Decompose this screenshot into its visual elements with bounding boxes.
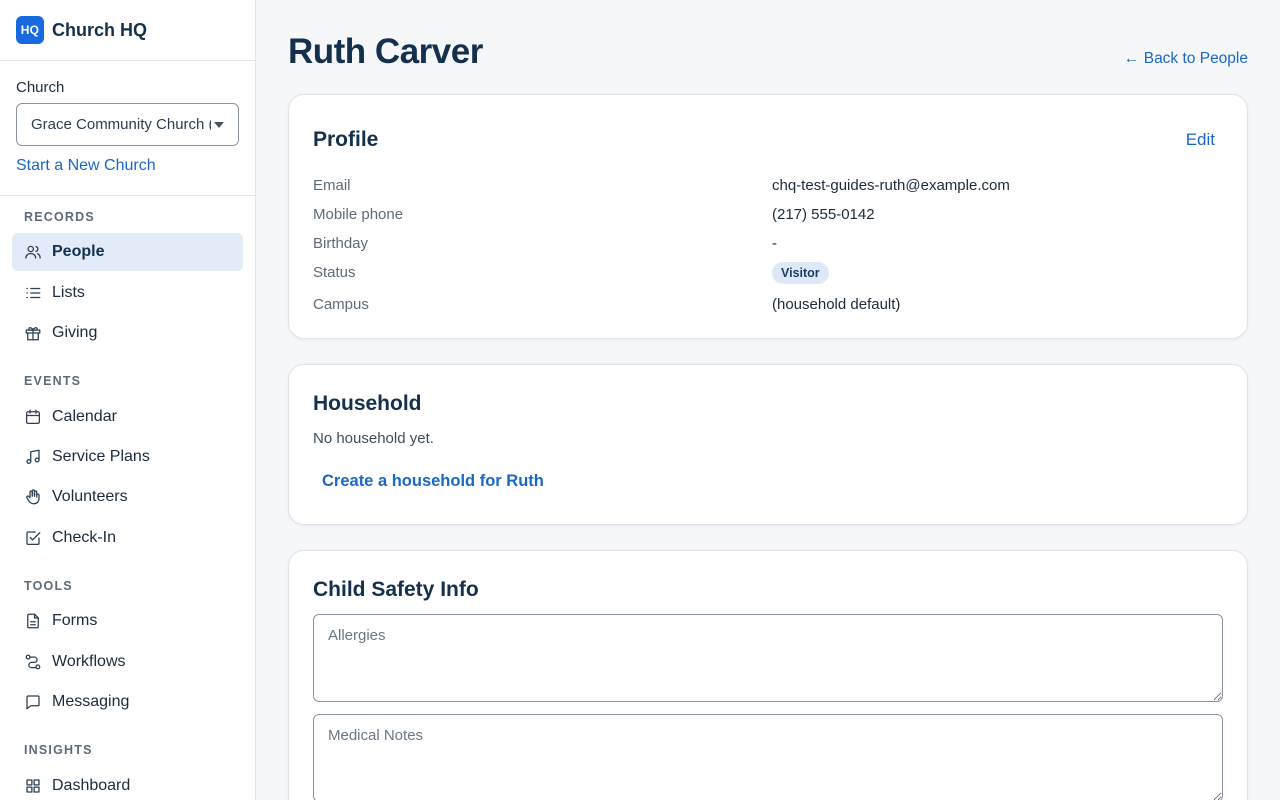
allergies-field[interactable] bbox=[313, 614, 1223, 702]
nav-group-records: RECORDS bbox=[24, 210, 95, 224]
calendar-icon bbox=[24, 408, 42, 426]
back-to-people-link[interactable]: ← Back to People bbox=[1124, 50, 1248, 68]
nav-group-insights: INSIGHTS bbox=[24, 743, 93, 757]
main-content: Ruth Carver ← Back to People Profile Edi… bbox=[256, 0, 1280, 800]
create-household-link[interactable]: Create a household for Ruth bbox=[322, 472, 544, 491]
gift-icon bbox=[24, 324, 42, 342]
sidebar-item-forms[interactable]: Forms bbox=[12, 602, 243, 640]
household-empty-text: No household yet. bbox=[313, 430, 434, 447]
sidebar-item-messaging[interactable]: Messaging bbox=[12, 683, 243, 721]
household-title: Household bbox=[313, 392, 422, 415]
message-icon bbox=[24, 693, 42, 711]
profile-card: Profile Edit Email chq-test-guides-ruth@… bbox=[288, 94, 1248, 339]
checkbox-icon bbox=[24, 529, 42, 547]
people-icon bbox=[24, 243, 42, 261]
page-title: Ruth Carver bbox=[288, 32, 483, 71]
workflow-icon bbox=[24, 653, 42, 671]
nav-group-tools: TOOLS bbox=[24, 579, 73, 593]
church-label: Church bbox=[16, 79, 65, 96]
dashboard-icon bbox=[24, 777, 42, 795]
sidebar-item-label: Service Plans bbox=[52, 448, 150, 465]
list-icon bbox=[24, 284, 42, 302]
field-label: Mobile phone bbox=[313, 206, 404, 223]
medical-notes-field[interactable] bbox=[313, 714, 1223, 800]
field-label: Email bbox=[313, 177, 351, 194]
sidebar-item-label: Dashboard bbox=[52, 777, 131, 794]
sidebar-item-lists[interactable]: Lists bbox=[12, 274, 243, 312]
field-label: Birthday bbox=[313, 235, 369, 252]
chevron-down-icon bbox=[214, 122, 224, 128]
sidebar-item-people[interactable]: People bbox=[12, 233, 243, 271]
field-value: (217) 555-0142 bbox=[772, 206, 875, 223]
profile-title: Profile bbox=[313, 128, 379, 151]
sidebar-item-service-plans[interactable]: Service Plans bbox=[12, 438, 243, 476]
sidebar-item-workflows[interactable]: Workflows bbox=[12, 643, 243, 681]
child-safety-title: Child Safety Info bbox=[313, 578, 479, 601]
music-note-icon bbox=[24, 448, 42, 466]
sidebar-item-label: Forms bbox=[52, 612, 98, 629]
field-value: chq-test-guides-ruth@example.com bbox=[772, 177, 1010, 194]
sidebar-item-label: People bbox=[52, 243, 105, 260]
brand-name[interactable]: Church HQ bbox=[52, 20, 147, 41]
sidebar-item-check-in[interactable]: Check-In bbox=[12, 519, 243, 557]
sidebar: HQ Church HQ Church Grace Community Chur… bbox=[0, 0, 256, 800]
sidebar-item-label: Volunteers bbox=[52, 488, 128, 505]
sidebar-item-label: Workflows bbox=[52, 653, 126, 670]
field-label: Status bbox=[313, 264, 356, 281]
household-card: Household No household yet. Create a hou… bbox=[288, 364, 1248, 525]
sidebar-item-volunteers[interactable]: Volunteers bbox=[12, 478, 243, 516]
sidebar-item-label: Calendar bbox=[52, 408, 117, 425]
church-select-value: Grace Community Church ( bbox=[31, 116, 211, 133]
brand-logo-icon[interactable]: HQ bbox=[16, 16, 44, 44]
sidebar-item-label: Messaging bbox=[52, 693, 130, 710]
field-label: Campus bbox=[313, 296, 369, 313]
church-section: Church Grace Community Church ( Start a … bbox=[0, 61, 255, 196]
brand: HQ Church HQ bbox=[0, 0, 255, 61]
status-badge: Visitor bbox=[772, 262, 829, 284]
sidebar-item-giving[interactable]: Giving bbox=[12, 314, 243, 352]
sidebar-item-calendar[interactable]: Calendar bbox=[12, 398, 243, 436]
nav-group-events: EVENTS bbox=[24, 374, 82, 388]
child-safety-card: Child Safety Info bbox=[288, 550, 1248, 800]
document-icon bbox=[24, 612, 42, 630]
field-value: - bbox=[772, 235, 777, 252]
sidebar-item-label: Lists bbox=[52, 284, 85, 301]
sidebar-item-dashboard[interactable]: Dashboard bbox=[12, 767, 243, 800]
sidebar-item-label: Check-In bbox=[52, 529, 117, 546]
start-new-church-link[interactable]: Start a New Church bbox=[16, 157, 239, 175]
hand-icon bbox=[24, 488, 42, 506]
edit-profile-button[interactable]: Edit bbox=[1186, 130, 1215, 150]
church-select[interactable]: Grace Community Church ( bbox=[16, 103, 239, 146]
sidebar-item-label: Giving bbox=[52, 324, 98, 341]
field-value: Visitor bbox=[772, 262, 829, 284]
field-value: (household default) bbox=[772, 296, 901, 313]
